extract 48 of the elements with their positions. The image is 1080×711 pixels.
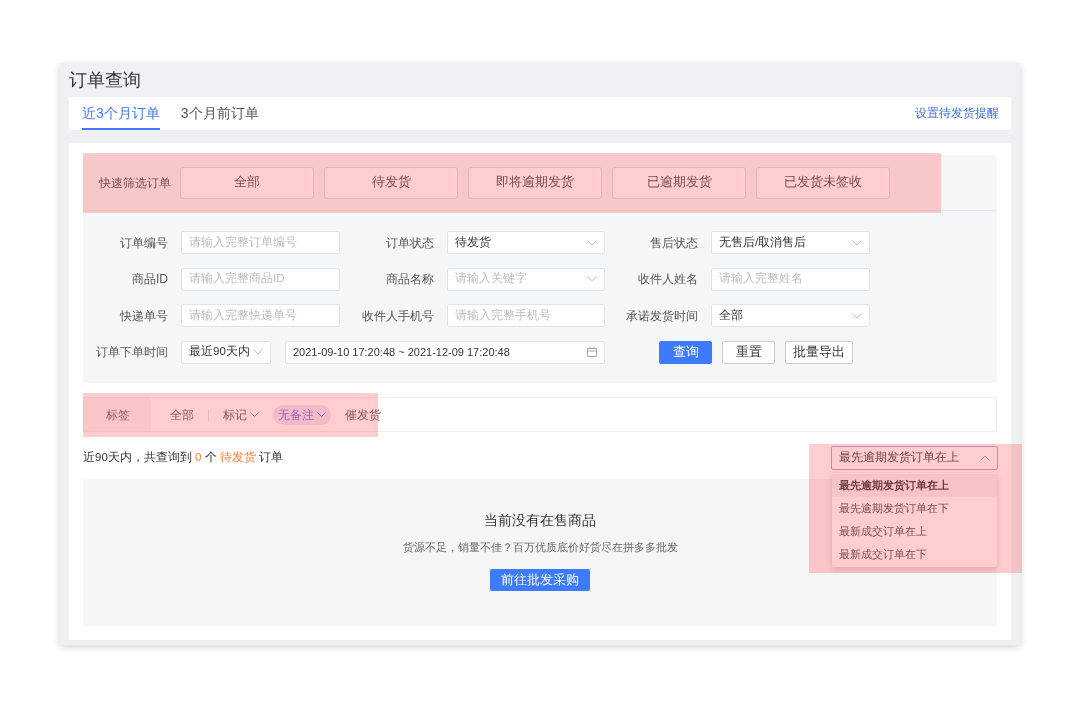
quick-filter-button[interactable]: 待发货	[324, 166, 458, 199]
tag-filter[interactable]: 全部	[165, 404, 199, 425]
select-field[interactable]: 无售后/取消售后	[711, 231, 870, 254]
field-label: 快递单号	[119, 307, 168, 325]
empty-state-title: 当前没有在售商品	[484, 511, 596, 529]
chevron-down-icon	[253, 349, 263, 355]
chevron-down-icon	[587, 276, 597, 282]
tag-filter[interactable]: 标记	[218, 404, 264, 425]
tag-filter[interactable]: 催发货	[340, 404, 386, 425]
field-label: 售后状态	[649, 234, 698, 252]
quick-filter-button[interactable]: 已逾期发货	[612, 166, 746, 199]
page-title: 订单查询	[69, 69, 141, 92]
tab[interactable]: 3个月前订单	[180, 97, 259, 130]
sort-option[interactable]: 最先逾期发货订单在上	[832, 473, 997, 497]
field-label: 收件人手机号	[361, 307, 434, 325]
chevron-down-icon	[587, 239, 597, 246]
action-button[interactable]: 重置	[722, 340, 775, 364]
empty-state-message: 货源不足，销量不佳？百万优质底价好货尽在拼多多批发	[402, 540, 678, 555]
field-label: 订单状态	[385, 234, 434, 252]
field-label: 收件人姓名	[637, 271, 698, 288]
date-range-field[interactable]: 2021-09-10 17:20:48 ~ 2021-12-09 17:20:48	[285, 340, 605, 364]
reminder-link[interactable]: 设置待发货提醒	[915, 104, 999, 123]
field-label: 商品ID	[131, 271, 168, 288]
field-label: 订单编号	[119, 234, 168, 252]
purchase-button[interactable]: 前往批发采购	[490, 569, 590, 591]
field-label: 承诺发货时间	[625, 307, 698, 325]
action-button[interactable]: 批量导出	[785, 340, 853, 364]
chevron-up-icon	[980, 454, 990, 461]
result-summary: 近90天内，共查询到 0 个 待发货 订单	[83, 449, 283, 465]
select-field[interactable]: 最近90天内	[181, 340, 271, 364]
sort-option[interactable]: 最新成交订单在上	[832, 519, 997, 543]
select-field[interactable]: 全部	[711, 304, 870, 327]
field-label: 订单下单时间	[95, 344, 168, 361]
sort-option[interactable]: 最先逾期发货订单在下	[832, 496, 997, 520]
quick-filter-label: 快速筛选订单	[99, 174, 171, 192]
tab[interactable]: 近3个月订单	[82, 97, 160, 130]
chevron-down-icon	[852, 312, 862, 319]
chevron-down-icon	[852, 239, 862, 246]
quick-filter-button[interactable]: 已发货未签收	[756, 166, 890, 199]
quick-filter-button[interactable]: 即将逾期发货	[468, 166, 602, 199]
tag-label: 标签	[84, 398, 151, 431]
quick-filter-button[interactable]: 全部	[180, 166, 314, 199]
select-field[interactable]: 待发货	[447, 231, 605, 254]
sort-option[interactable]: 最新成交订单在下	[832, 542, 997, 566]
query-button[interactable]: 查询	[659, 340, 712, 364]
field-label: 商品名称	[385, 271, 434, 288]
sort-select[interactable]: 最先逾期发货订单在上	[831, 445, 998, 470]
calendar-icon	[587, 347, 597, 357]
